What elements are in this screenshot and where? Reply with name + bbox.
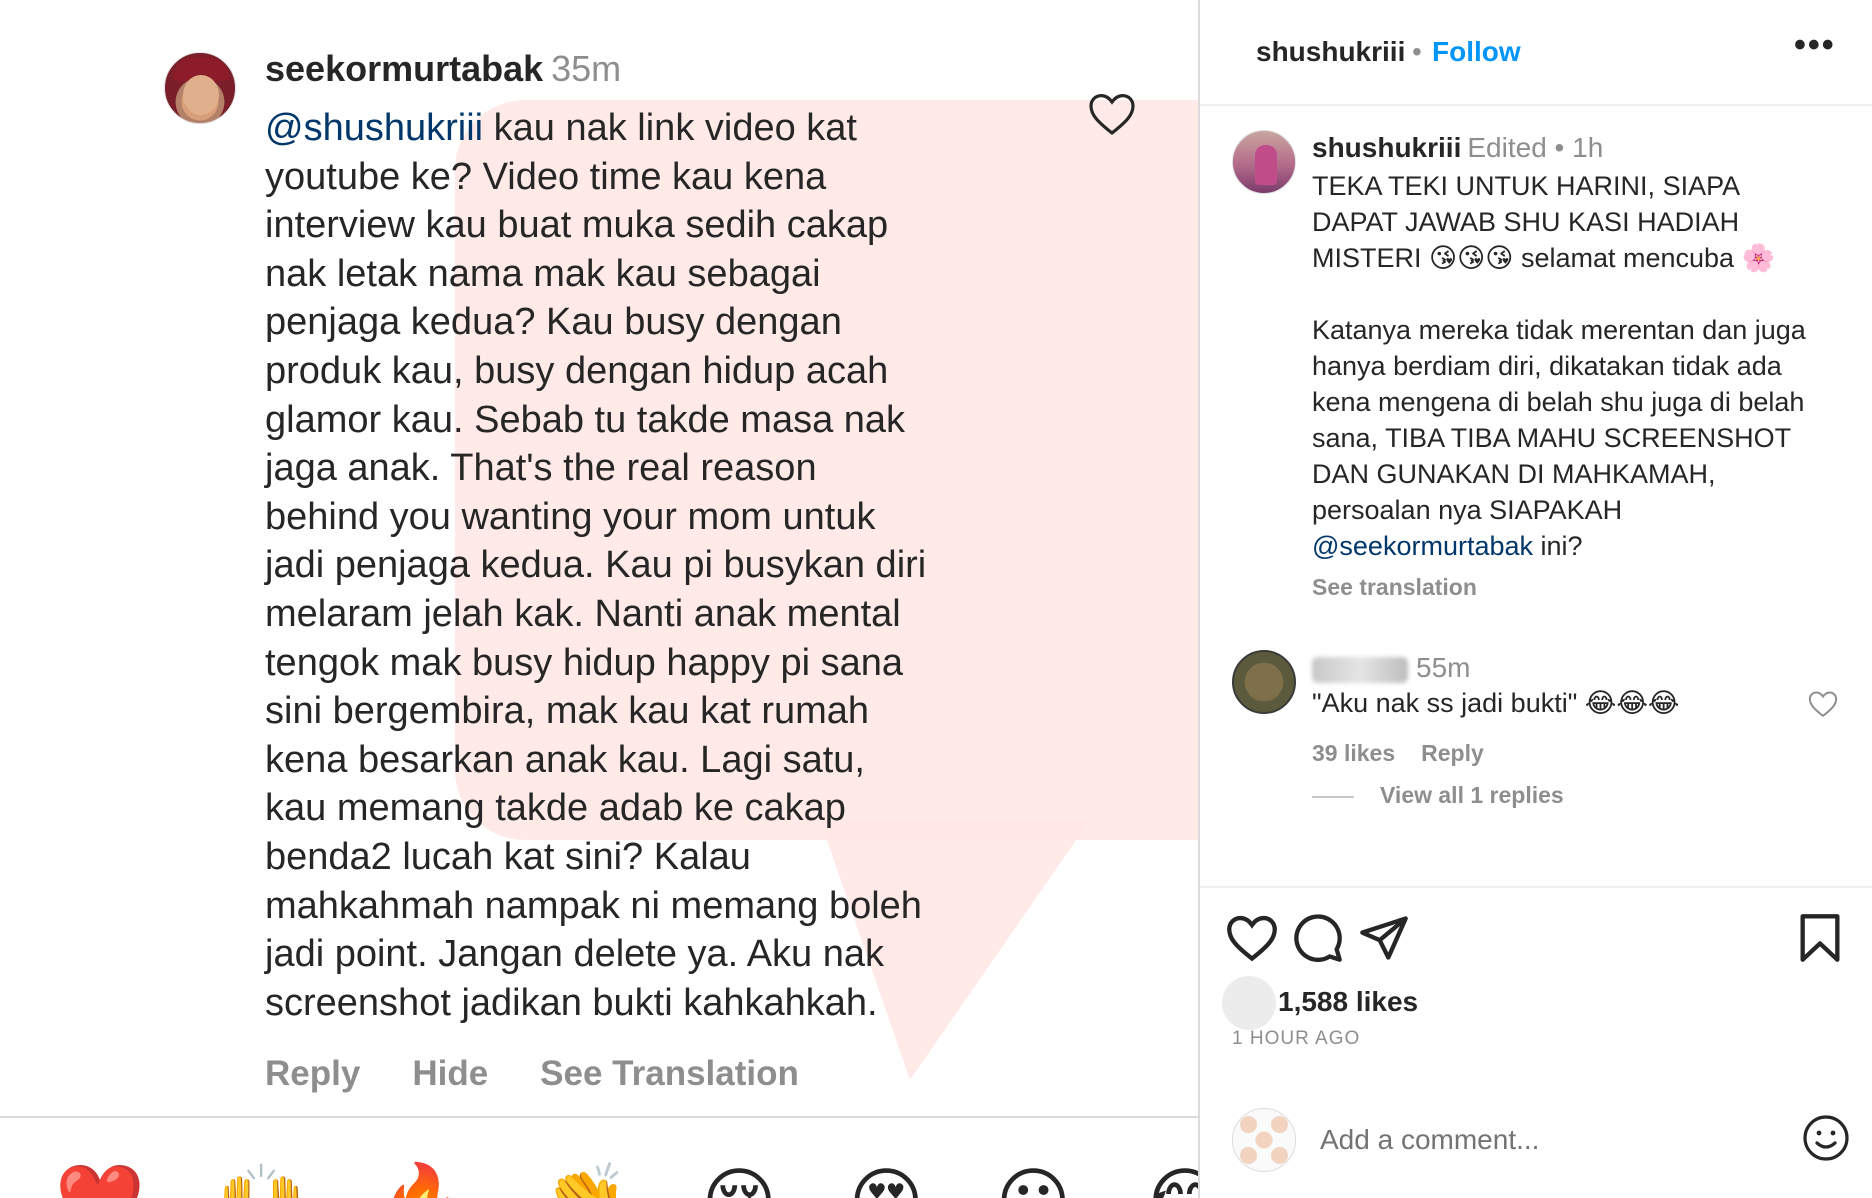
- commenter-username[interactable]: seekormurtabak: [265, 48, 543, 89]
- bookmark-icon[interactable]: [1794, 912, 1846, 964]
- comment-line: produk kau, busy dengan hidup acah: [265, 349, 889, 392]
- comment-text: "Aku nak ss jadi bukti" 😂😂😂: [1312, 688, 1680, 718]
- emoji-icon[interactable]: [1802, 1114, 1850, 1162]
- heart-icon[interactable]: [1808, 690, 1838, 718]
- comment-line: nak letak nama mak kau sebagai: [265, 252, 821, 295]
- add-comment-input[interactable]: [1320, 1120, 1750, 1160]
- comment-line: mahkahmah nampak ni memang boleh: [265, 884, 922, 927]
- comments-scroll-area[interactable]: shushukriii Edited • 1h TEKA TEKI UNTUK H…: [1200, 108, 1872, 886]
- comment-header: 55m: [1312, 652, 1470, 684]
- comment-time: 35m: [551, 48, 622, 89]
- reply-button[interactable]: Reply: [265, 1054, 360, 1094]
- comment-line: behind you wanting your mom untuk: [265, 495, 876, 538]
- reaction-clap[interactable]: 👏: [540, 1162, 630, 1198]
- follow-button[interactable]: Follow: [1432, 36, 1521, 68]
- reaction-wow[interactable]: 😮: [996, 1162, 1071, 1198]
- see-translation-button[interactable]: See Translation: [540, 1054, 799, 1094]
- post-likes-count[interactable]: 1,588 likes: [1278, 986, 1418, 1018]
- current-user-avatar: [1232, 1108, 1296, 1172]
- caption-line: Katanya mereka tidak merentan dan juga: [1312, 315, 1806, 345]
- reaction-laugh[interactable]: 😂: [1143, 1162, 1198, 1198]
- comment-time: 55m: [1416, 652, 1471, 683]
- reaction-fire[interactable]: 🔥: [378, 1162, 468, 1198]
- caption-header: shushukriii Edited • 1h: [1312, 132, 1603, 164]
- caption-line: DAN GUNAKAN DI MAHKAMAH,: [1312, 459, 1716, 489]
- comment-line: jadi point. Jangan delete ya. Aku nak: [265, 933, 885, 976]
- comment-line: glamor kau. Sebab tu takde masa nak: [265, 398, 906, 441]
- reaction-heart-eyes[interactable]: 😍: [849, 1162, 924, 1198]
- see-translation-link[interactable]: See translation: [1312, 574, 1477, 601]
- comment-line: melaram jelah kak. Nanti anak mental: [265, 592, 901, 635]
- blurred-username[interactable]: [1312, 656, 1408, 683]
- comment-mention[interactable]: @shushukriii: [265, 107, 483, 149]
- add-comment-bar: [1200, 1100, 1872, 1198]
- avatar-figure: [1255, 145, 1277, 185]
- caption-username[interactable]: shushukriii: [1312, 132, 1461, 163]
- caption-line: TEKA TEKI UNTUK HARINI, SIAPA: [1312, 171, 1741, 201]
- more-options-icon[interactable]: •••: [1794, 26, 1836, 65]
- comment-line: @shushukriii kau nak link video kat: [265, 107, 857, 149]
- comment-line: benda2 lucah kat sini? Kalau: [265, 835, 751, 878]
- comment-likes[interactable]: 39 likes: [1312, 740, 1395, 767]
- comment-line: jadi penjaga kedua. Kau pi busykan diri: [265, 544, 927, 587]
- caption-line: hanya berdiam diri, dikatakan tidak ada: [1312, 351, 1782, 381]
- avatar-face: [183, 75, 219, 115]
- caption-line: DAPAT JAWAB SHU KASI HADIAH: [1312, 207, 1740, 237]
- share-icon[interactable]: [1358, 912, 1410, 964]
- caption-line: MISTERI 😘😘😘 selamat mencuba 🌸: [1312, 243, 1776, 273]
- commenter-avatar[interactable]: [164, 52, 236, 124]
- comment-line: jaga anak. That's the real reason: [265, 447, 817, 490]
- caption-mention[interactable]: @seekormurtabak: [1312, 531, 1533, 561]
- comment-line: interview kau buat muka sedih cakap: [265, 204, 889, 247]
- comment-actions: Reply Hide See Translation: [265, 1054, 799, 1094]
- commenter-avatar[interactable]: [1232, 650, 1296, 714]
- view-replies-button[interactable]: View all 1 replies: [1380, 782, 1564, 809]
- comment-icon[interactable]: [1292, 912, 1344, 964]
- caption-edited-time: Edited • 1h: [1467, 132, 1604, 163]
- reaction-emoji-row: ❤️ 🙌 🔥 👏 😢 😍 😮 😂: [55, 1162, 1198, 1198]
- reaction-heart[interactable]: ❤️: [55, 1162, 145, 1198]
- caption-line: sana, TIBA TIBA MAHU SCREENSHOT: [1312, 423, 1792, 453]
- comment-reply-button[interactable]: Reply: [1421, 740, 1484, 767]
- hide-button[interactable]: Hide: [412, 1054, 488, 1094]
- comment-header: seekormurtabak 35m: [265, 48, 621, 90]
- heart-icon[interactable]: [1226, 912, 1278, 964]
- divider: [0, 1116, 1198, 1118]
- comment-meta: 39 likes Reply: [1312, 740, 1484, 767]
- comment-line: kau memang takde adab ke cakap: [265, 787, 846, 830]
- caption-line: kena mengena di belah shu juga di belah: [1312, 387, 1805, 417]
- comment-line: screenshot jadikan bukti kahkahkah.: [265, 981, 878, 1024]
- enlarged-comment-panel: seekormurtabak 35m @shushukriii kau nak l…: [0, 0, 1198, 1198]
- comment-line: tengok mak busy hidup happy pi sana: [265, 641, 903, 684]
- caption-line: persoalan nya SIAPAKAH: [1312, 495, 1623, 525]
- comment-line: sini bergembira, mak kau kat rumah: [265, 690, 870, 733]
- comment-line: penjaga kedua? Kau busy dengan: [265, 301, 842, 344]
- post-header: shushukriii • Follow •••: [1200, 0, 1872, 106]
- replies-line: [1312, 796, 1354, 798]
- comment-line: youtube ke? Video time kau kena: [265, 155, 827, 198]
- heart-icon[interactable]: [1088, 92, 1136, 136]
- caption-line: @seekormurtabak ini?: [1312, 531, 1583, 561]
- post-panel: shushukriii • Follow ••• shushukriii Edit…: [1200, 0, 1872, 1198]
- post-time-ago[interactable]: 1 HOUR AGO: [1232, 1028, 1360, 1050]
- reaction-cry[interactable]: 😢: [702, 1162, 777, 1198]
- comment-line: kena besarkan anak kau. Lagi satu,: [265, 738, 865, 781]
- post-author-username[interactable]: shushukriii: [1256, 36, 1405, 68]
- post-author-avatar[interactable]: [1232, 130, 1296, 194]
- reaction-raised-hands[interactable]: 🙌: [217, 1162, 307, 1198]
- post-caption: TEKA TEKI UNTUK HARINI, SIAPA DAPAT JAWA…: [1312, 168, 1852, 564]
- likers-avatar[interactable]: [1222, 976, 1276, 1030]
- caption-gap: [1312, 276, 1852, 312]
- header-separator: •: [1412, 36, 1422, 67]
- comment-text: @shushukriii kau nak link video kat yout…: [265, 104, 1065, 1027]
